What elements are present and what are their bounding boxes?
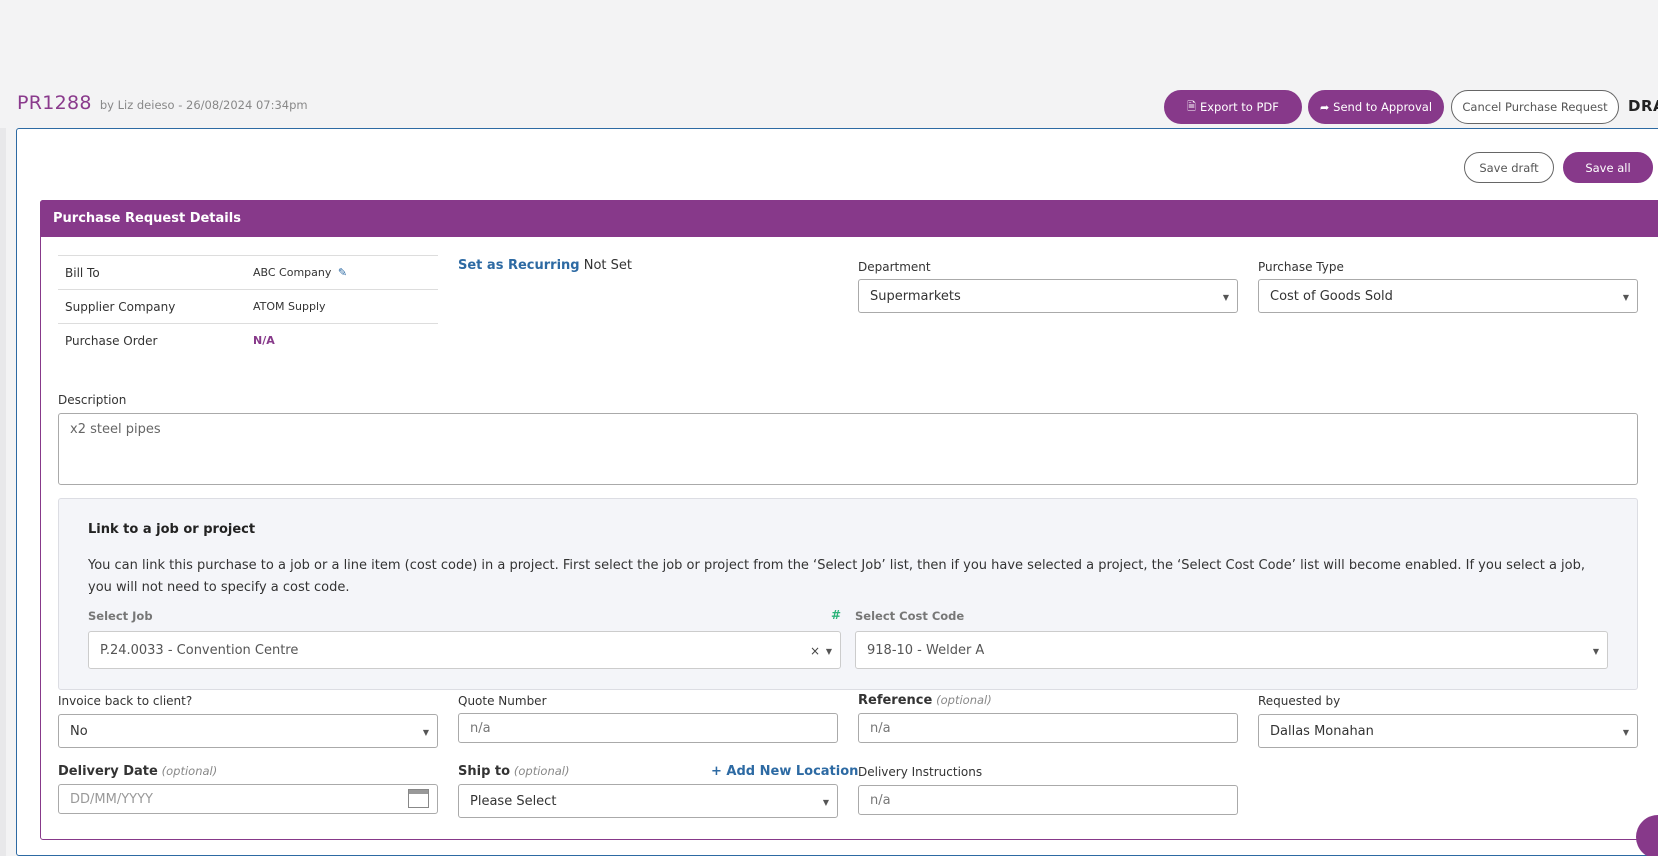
set-recurring-link[interactable]: Set as Recurring: [458, 258, 580, 273]
cancel-purchase-request-label: Cancel Purchase Request: [1462, 100, 1608, 114]
share-arrow-icon: ➦: [1319, 100, 1330, 114]
save-all-button[interactable]: Save all: [1563, 152, 1653, 183]
bill-to-value: ABC Company: [253, 266, 332, 279]
department-label: Department: [858, 260, 931, 274]
save-draft-label: Save draft: [1479, 160, 1539, 175]
select-cost-code-dropdown[interactable]: 918-10 - Welder A ▼: [855, 631, 1608, 669]
table-row: Bill To ABC Company ✎: [58, 255, 438, 290]
hash-icon[interactable]: #: [831, 608, 841, 622]
chevron-down-icon: ▼: [1622, 293, 1629, 302]
link-job-title: Link to a job or project: [88, 522, 256, 537]
select-cost-code-value: 918-10 - Welder A: [867, 643, 985, 658]
recurring-value: Not Set: [583, 258, 632, 273]
department-value: Supermarkets: [870, 289, 961, 304]
delivery-instructions-label: Delivery Instructions: [858, 765, 983, 779]
ship-to-label-text: Ship to: [458, 764, 511, 779]
clear-icon[interactable]: ×: [810, 644, 820, 658]
chevron-down-icon: ▼: [1222, 293, 1229, 302]
description-textarea[interactable]: x2 steel pipes: [58, 413, 1638, 485]
chevron-down-icon: ▼: [1622, 728, 1629, 737]
requested-by-value: Dallas Monahan: [1270, 724, 1374, 739]
invoice-back-select[interactable]: No ▼: [58, 714, 438, 748]
card-title: Purchase Request Details: [40, 200, 1658, 237]
chevron-down-icon: ▼: [1592, 647, 1599, 656]
reference-input[interactable]: n/a: [858, 713, 1238, 743]
page-header: PR1288 by Liz deieso - 26/08/2024 07:34p…: [17, 92, 308, 114]
details-table: Bill To ABC Company ✎ Supplier Company A…: [58, 255, 438, 358]
delivery-instructions-input[interactable]: n/a: [858, 785, 1238, 815]
select-job-label: Select Job: [88, 609, 153, 623]
select-job-value: P.24.0033 - Convention Centre: [100, 643, 299, 658]
chevron-down-icon: ▼: [822, 798, 829, 807]
table-row: Supplier Company ATOM Supply: [58, 289, 438, 324]
supplier-company-label: Supplier Company: [58, 289, 253, 324]
bill-to-label: Bill To: [58, 255, 253, 290]
export-pdf-label: Export to PDF: [1199, 100, 1279, 114]
optional-text: (optional): [161, 764, 218, 778]
chevron-down-icon: ▼: [825, 647, 832, 656]
delivery-date-input[interactable]: DD/MM/YYYY: [58, 784, 438, 814]
optional-text: (optional): [513, 764, 570, 778]
cancel-purchase-request-button[interactable]: Cancel Purchase Request: [1451, 90, 1619, 124]
chevron-down-icon: ▼: [422, 728, 429, 737]
add-new-location-link[interactable]: + Add New Location: [711, 764, 858, 779]
delivery-date-label: Delivery Date (optional): [58, 764, 217, 779]
select-cost-code-label: Select Cost Code: [855, 609, 965, 623]
send-to-approval-button[interactable]: ➦ Send to Approval: [1308, 90, 1444, 124]
send-to-approval-label: Send to Approval: [1333, 100, 1433, 114]
reference-label-text: Reference: [858, 693, 933, 708]
quote-number-input[interactable]: n/a: [458, 713, 838, 743]
department-select[interactable]: Supermarkets ▼: [858, 279, 1238, 313]
select-job-dropdown[interactable]: P.24.0033 - Convention Centre × ▼: [88, 631, 841, 669]
description-label: Description: [58, 393, 127, 407]
purchase-request-id: PR1288: [17, 92, 92, 114]
invoice-back-label: Invoice back to client?: [58, 694, 193, 708]
purchase-order-value: N/A: [253, 334, 275, 348]
left-edge: [0, 128, 6, 856]
requested-by-label: Requested by: [1258, 694, 1341, 708]
supplier-company-value: ATOM Supply: [253, 289, 438, 324]
pencil-icon[interactable]: ✎: [338, 266, 347, 279]
status-badge: DRA: [1628, 97, 1658, 115]
calendar-icon[interactable]: [408, 789, 429, 808]
purchase-type-label: Purchase Type: [1258, 260, 1344, 274]
purchase-type-value: Cost of Goods Sold: [1270, 289, 1393, 304]
reference-label: Reference (optional): [858, 693, 992, 708]
purchase-request-meta: by Liz deieso - 26/08/2024 07:34pm: [99, 98, 308, 112]
optional-text: (optional): [936, 693, 992, 707]
save-draft-button[interactable]: Save draft: [1464, 152, 1554, 183]
file-pdf-icon: 🗎: [1187, 99, 1196, 113]
ship-to-value: Please Select: [470, 794, 557, 809]
delivery-date-label-text: Delivery Date: [58, 764, 158, 779]
export-pdf-button[interactable]: 🗎 Export to PDF: [1164, 90, 1302, 124]
save-all-label: Save all: [1585, 160, 1631, 175]
recurring-setting: Set as Recurring Not Set: [458, 258, 632, 273]
invoice-back-value: No: [70, 724, 88, 739]
ship-to-select[interactable]: Please Select ▼: [458, 784, 838, 818]
bill-to-cell: ABC Company ✎: [253, 255, 438, 290]
purchase-type-select[interactable]: Cost of Goods Sold ▼: [1258, 279, 1638, 313]
purchase-order-label: Purchase Order: [58, 323, 253, 358]
ship-to-label: Ship to (optional): [458, 764, 569, 779]
requested-by-select[interactable]: Dallas Monahan ▼: [1258, 714, 1638, 748]
quote-number-label: Quote Number: [458, 694, 547, 708]
table-row: Purchase Order N/A: [58, 323, 438, 358]
link-job-description: You can link this purchase to a job or a…: [88, 558, 1585, 595]
